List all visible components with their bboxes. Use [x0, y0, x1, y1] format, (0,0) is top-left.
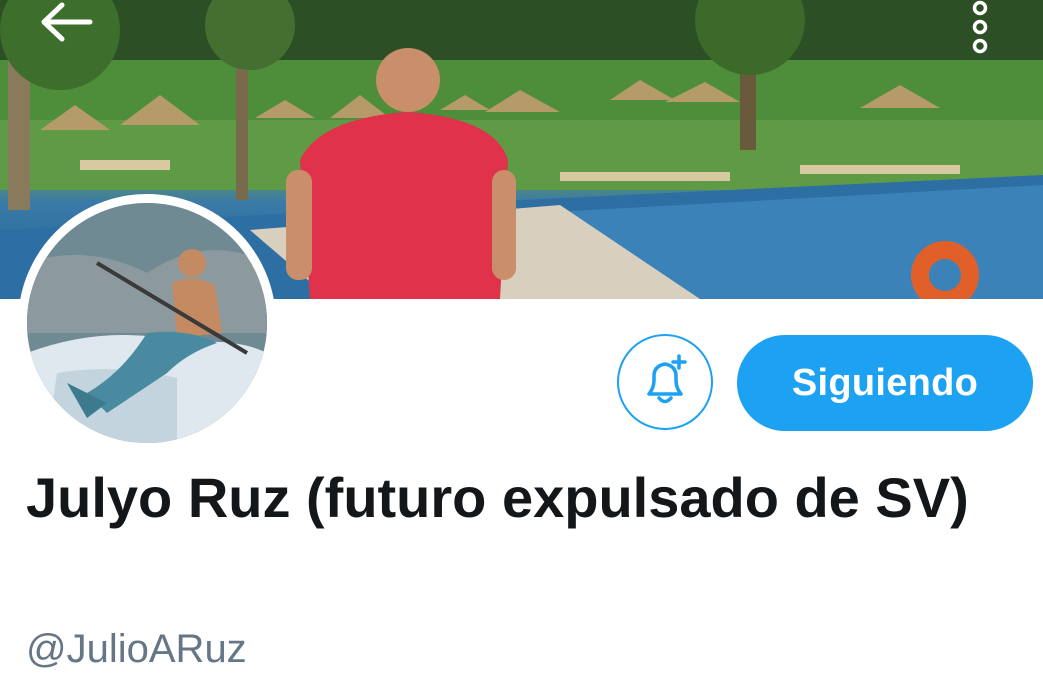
profile-handle: @JulioARuz [26, 627, 247, 671]
avatar-photo [27, 203, 267, 443]
back-button[interactable] [38, 0, 112, 50]
bell-plus-icon [647, 354, 687, 404]
profile-display-name: Julyo Ruz (futuro expulsado de SV) [26, 466, 969, 529]
notifications-button[interactable] [617, 334, 713, 430]
following-button[interactable]: Siguiendo [737, 335, 1033, 431]
more-vertical-icon [972, 0, 988, 54]
avatar[interactable] [18, 194, 276, 452]
more-options-button[interactable] [968, 0, 1014, 60]
arrow-left-icon [41, 2, 93, 42]
